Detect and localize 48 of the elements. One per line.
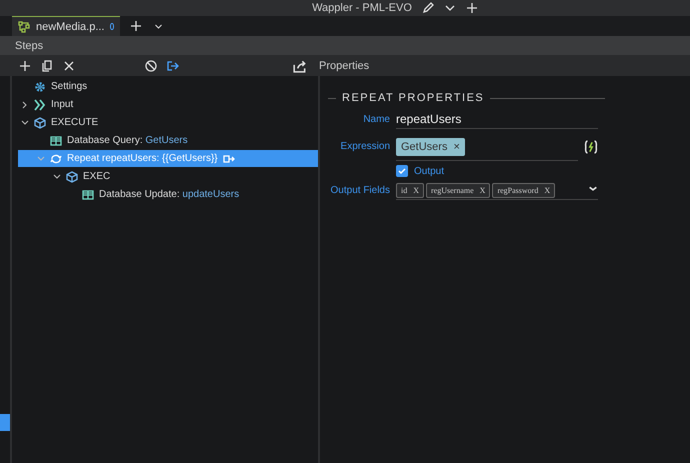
output-icon bbox=[222, 152, 235, 164]
sidebar-marker bbox=[0, 414, 10, 431]
tree-item[interactable]: Database Query: GetUsers bbox=[18, 132, 318, 149]
check-icon bbox=[398, 167, 406, 175]
add-icon[interactable] bbox=[466, 2, 478, 14]
disable-icon[interactable] bbox=[145, 60, 157, 72]
table-icon bbox=[82, 188, 94, 200]
tree-item[interactable]: Input bbox=[18, 96, 318, 113]
flow-icon bbox=[18, 20, 30, 32]
chevron-icon[interactable] bbox=[53, 172, 61, 180]
section-title: REPEAT PROPERTIES bbox=[342, 92, 484, 104]
gear-icon bbox=[34, 80, 46, 92]
chevron-icon[interactable] bbox=[21, 118, 29, 126]
window-title: Wappler - PML-EVO bbox=[312, 2, 412, 14]
cube-icon bbox=[34, 116, 46, 128]
field-label: Output Fields bbox=[330, 184, 390, 198]
repeat-icon bbox=[50, 152, 62, 164]
chevron-icon[interactable] bbox=[21, 100, 29, 108]
tree-item[interactable]: Settings bbox=[18, 78, 318, 95]
copy-icon[interactable] bbox=[41, 60, 53, 72]
field-chip[interactable]: regUsername X bbox=[426, 182, 490, 198]
name-field[interactable]: repeatUsers bbox=[396, 110, 598, 129]
lightning-braces-icon[interactable] bbox=[584, 140, 598, 154]
checkbox-label: Output bbox=[414, 166, 444, 176]
add-icon[interactable] bbox=[130, 20, 142, 32]
panel-title: Steps bbox=[15, 40, 44, 52]
output-checkbox[interactable] bbox=[396, 165, 408, 177]
field-label: Expression bbox=[340, 140, 390, 154]
panel-title: Properties bbox=[319, 60, 370, 72]
file-tab[interactable]: newMedia.p... bbox=[12, 16, 120, 36]
share-icon[interactable] bbox=[293, 58, 307, 72]
close-icon[interactable] bbox=[63, 60, 75, 72]
output-fields-field[interactable]: id X regUsername X regPassword X bbox=[396, 181, 598, 200]
field-chip[interactable]: id X bbox=[396, 182, 424, 198]
tree-item[interactable]: Database Update: updateUsers bbox=[18, 186, 318, 203]
expression-field[interactable]: GetUsers × bbox=[396, 133, 578, 161]
tree-item[interactable]: EXECUTE bbox=[18, 114, 318, 131]
export-icon[interactable] bbox=[167, 60, 179, 72]
table-icon bbox=[50, 134, 62, 146]
tree-item[interactable]: EXEC bbox=[18, 168, 318, 185]
add-icon[interactable] bbox=[19, 60, 31, 72]
chevron-down-icon[interactable] bbox=[154, 22, 163, 30]
cube-icon bbox=[66, 170, 78, 182]
double-chevron-icon bbox=[34, 98, 46, 110]
field-chip[interactable]: regPassword X bbox=[492, 182, 556, 198]
field-label: Name bbox=[362, 112, 390, 126]
expression-tag[interactable]: GetUsers × bbox=[396, 138, 465, 156]
pencil-icon[interactable] bbox=[422, 2, 434, 14]
